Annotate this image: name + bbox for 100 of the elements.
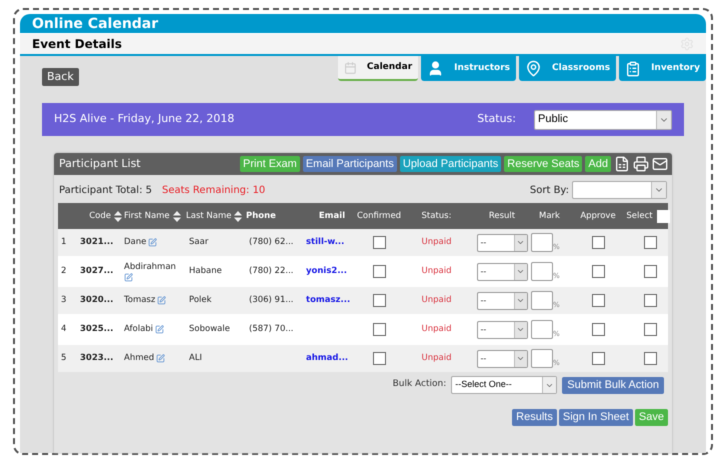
column-header[interactable]: Code (89, 210, 122, 222)
table-cell: Dane (124, 236, 146, 249)
email-link[interactable]: tomasz... (306, 295, 350, 306)
column-header: Email (318, 210, 346, 222)
checkbox[interactable] (644, 352, 656, 365)
table-cell: (587) 70... (249, 324, 294, 334)
app-title: Online Calendar (32, 16, 158, 30)
footer-button[interactable]: Results (512, 409, 557, 426)
table-cell: ALI (189, 353, 202, 364)
page-title: Event Details (32, 36, 122, 53)
spreadsheet-icon[interactable] (614, 156, 630, 172)
checkbox[interactable] (592, 352, 604, 365)
checkbox[interactable] (592, 323, 604, 336)
table-cell: (780) 62... (249, 237, 294, 248)
sort-icon[interactable] (114, 210, 122, 222)
clipboard-icon (625, 60, 642, 76)
email-link[interactable]: ahmad... (306, 353, 348, 364)
mail-icon[interactable] (652, 156, 668, 172)
table-cell: 3021... (80, 237, 114, 248)
event-title: H2S Alive - Friday, June 22, 2018 (54, 111, 234, 128)
mark-field[interactable] (531, 291, 553, 310)
mark-field[interactable] (531, 320, 553, 339)
status-select[interactable]: Public (534, 110, 672, 130)
column-header: Mark (539, 210, 560, 222)
checkbox[interactable] (372, 294, 386, 307)
edit-icon[interactable] (157, 296, 166, 305)
status-text: Unpaid (422, 294, 452, 307)
checkbox[interactable] (644, 294, 656, 307)
participant-total: Participant Total: 5 (59, 184, 152, 198)
action-button[interactable]: Email Participants (302, 156, 397, 172)
table-cell: Tomasz (124, 294, 156, 307)
submit-bulk-button[interactable]: Submit Bulk Action (562, 376, 664, 394)
sort-label: Sort By: (530, 184, 569, 198)
edit-icon[interactable] (124, 273, 133, 282)
seats-remaining: Seats Remaining: 10 (162, 184, 266, 198)
tab[interactable]: Instructors (421, 56, 516, 81)
checkbox[interactable] (644, 236, 656, 249)
status-text: Unpaid (422, 265, 452, 278)
checkbox[interactable] (372, 323, 386, 336)
sort-icon[interactable] (172, 210, 181, 222)
column-header: Phone (246, 210, 276, 222)
panel-title: Participant List (59, 156, 141, 172)
checkbox[interactable] (592, 294, 604, 307)
email-link[interactable]: still-w... (306, 237, 344, 248)
column-header: Result (488, 210, 516, 222)
chevron-icon (516, 267, 525, 276)
column-header[interactable]: Last Name (186, 210, 242, 222)
edit-icon[interactable] (155, 325, 164, 334)
back-button[interactable]: Back (42, 68, 79, 86)
status-text: Unpaid (422, 352, 452, 365)
result-select[interactable]: -- (476, 350, 528, 368)
chevron-icon (516, 354, 525, 363)
status-label: Status: (477, 111, 516, 128)
checkbox[interactable] (592, 265, 604, 278)
sort-icon[interactable] (234, 210, 242, 222)
chevron-icon (516, 296, 525, 305)
table-cell: 4 (61, 324, 66, 334)
table-cell: 3023... (80, 353, 114, 364)
bulk-action-select[interactable]: --Select One-- (451, 376, 558, 394)
status-text: Unpaid (422, 323, 452, 336)
print-icon[interactable] (633, 156, 649, 172)
checkbox[interactable] (372, 236, 386, 249)
result-select[interactable]: -- (476, 320, 528, 338)
table-cell: Afolabi (124, 323, 154, 336)
checkbox[interactable] (644, 265, 656, 278)
table-cell: 3027... (80, 266, 114, 276)
status-text: Unpaid (422, 236, 452, 249)
checkbox[interactable] (592, 236, 604, 249)
table-cell: Abdirahman (124, 260, 176, 274)
checkbox[interactable] (644, 323, 656, 336)
calendar-icon (344, 60, 357, 76)
checkbox[interactable] (372, 265, 386, 278)
chevron-icon (516, 325, 525, 334)
table-cell: 3 (61, 295, 66, 306)
table-cell: 5 (61, 353, 66, 364)
mark-field[interactable] (531, 233, 553, 252)
table-cell: (306) 91... (249, 295, 294, 306)
edit-icon[interactable] (148, 238, 158, 247)
tab[interactable]: Inventory (619, 56, 706, 81)
edit-icon[interactable] (156, 354, 166, 363)
checkbox[interactable] (372, 352, 386, 365)
table-cell: 1 (61, 237, 66, 248)
tab[interactable]: Calendar (338, 56, 418, 81)
footer-button[interactable]: Sign In Sheet (558, 409, 633, 426)
email-link[interactable]: yonis2... (306, 266, 348, 276)
mark-field[interactable] (531, 349, 553, 368)
table-cell: Polek (189, 295, 212, 306)
table-cell: (780) 22... (249, 266, 294, 276)
column-header: Confirmed (356, 210, 402, 222)
table-cell: 3025... (80, 324, 114, 334)
result-select[interactable]: -- (476, 292, 528, 310)
mark-field[interactable] (531, 262, 553, 281)
result-select[interactable]: -- (476, 234, 528, 252)
result-select[interactable]: -- (476, 262, 528, 280)
chevron-icon (516, 238, 525, 247)
tab[interactable]: Classrooms (519, 56, 616, 81)
table-cell: Saar (189, 237, 208, 248)
column-header[interactable]: First Name (124, 210, 181, 222)
table-cell: 2 (61, 266, 66, 276)
table-cell: Ahmed (124, 352, 154, 365)
